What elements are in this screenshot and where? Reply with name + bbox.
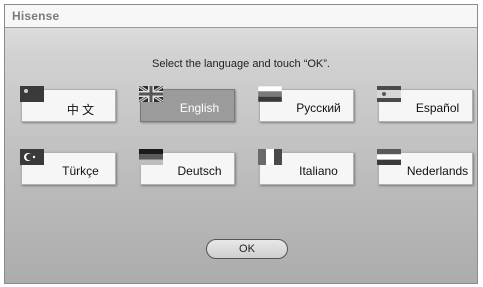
china-flag-icon xyxy=(20,86,44,102)
title-bar: Hisense xyxy=(5,5,477,28)
ok-button[interactable]: OK xyxy=(206,239,288,259)
language-label: Deutsch xyxy=(177,164,222,178)
netherlands-flag-icon xyxy=(377,149,401,165)
language-label: Nederlands xyxy=(406,164,469,178)
language-label: Русский xyxy=(296,101,341,115)
language-button-german[interactable]: Deutsch xyxy=(139,149,235,185)
language-label: Italiano xyxy=(299,164,338,178)
language-button-dutch[interactable]: Nederlands xyxy=(377,149,473,185)
instruction-text: Select the language and touch “OK”. xyxy=(152,58,330,70)
language-button-english[interactable]: English xyxy=(139,86,235,122)
language-button-chinese[interactable]: 中 文 xyxy=(20,86,116,122)
russia-flag-icon xyxy=(258,86,282,102)
language-label: Español xyxy=(415,101,460,115)
language-selection-window: Hisense Select the language and touch “O… xyxy=(4,4,478,284)
language-label: English xyxy=(179,101,220,115)
uk-flag-icon xyxy=(139,86,163,102)
spain-flag-icon xyxy=(377,86,401,102)
language-button-russian[interactable]: Русский xyxy=(258,86,354,122)
italy-flag-icon xyxy=(258,149,282,165)
language-label: Türkçe xyxy=(62,164,99,178)
language-button-italian[interactable]: Italiano xyxy=(258,149,354,185)
germany-flag-icon xyxy=(139,149,163,165)
language-button-spanish[interactable]: Español xyxy=(377,86,473,122)
language-button-turkish[interactable]: Türkçe xyxy=(20,149,116,185)
language-label: 中 文 xyxy=(66,103,95,117)
brand-logo: Hisense xyxy=(12,9,60,23)
turkey-flag-icon xyxy=(20,149,44,165)
